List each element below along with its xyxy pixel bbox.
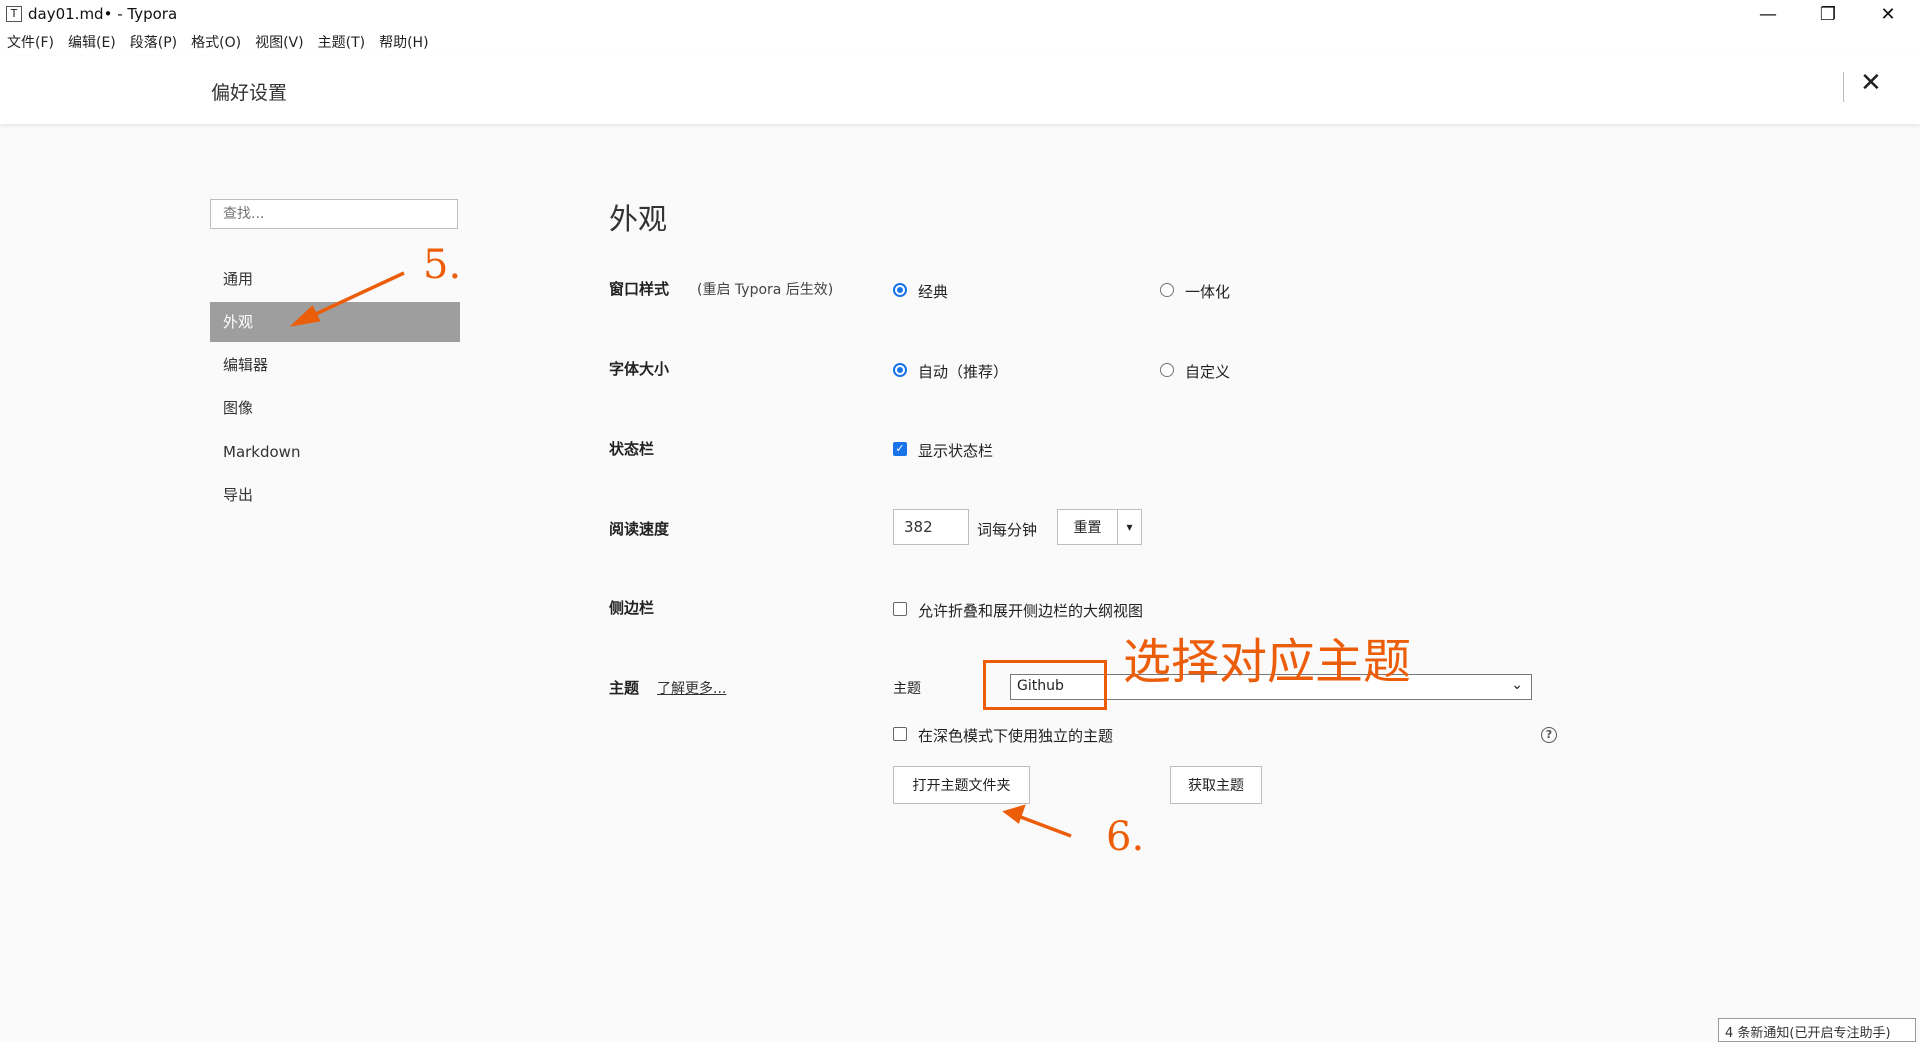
- notification-badge[interactable]: 4 条新通知(已开启专注助手): [1718, 1018, 1916, 1042]
- annotation-highlight-box: [983, 660, 1107, 710]
- annotation-step-6: 6.: [1106, 814, 1145, 860]
- arrow-to-open-folder: [1017, 814, 1072, 838]
- annotation-step-5: 5.: [423, 242, 462, 288]
- arrow-to-open-folder-head: [1002, 804, 1026, 824]
- arrow-to-appearance: [304, 271, 405, 321]
- arrow-to-appearance-head: [289, 305, 321, 327]
- annotation-select-theme: 选择对应主题: [1123, 634, 1412, 690]
- annotation-arrows: [289, 271, 1072, 838]
